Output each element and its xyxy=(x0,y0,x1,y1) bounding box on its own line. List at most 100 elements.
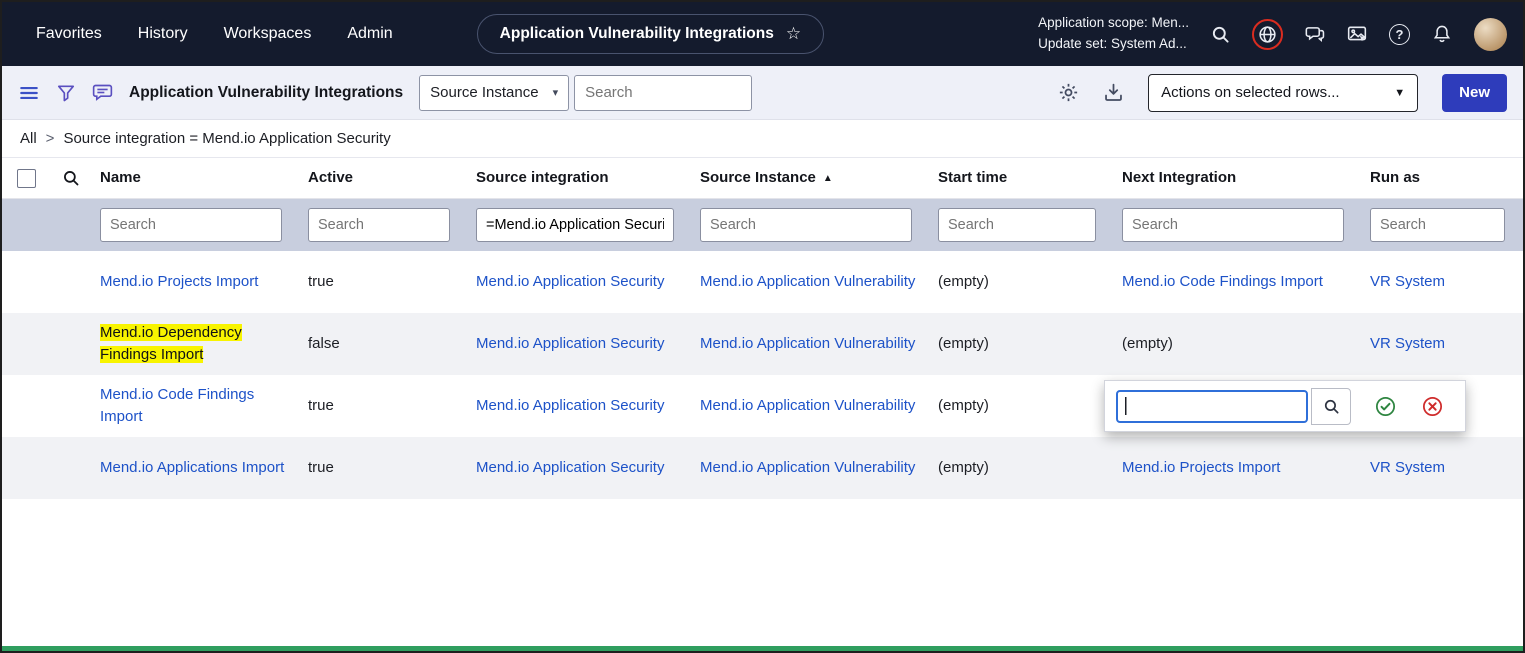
search-field-selected: Source Instance xyxy=(430,84,538,101)
application-window: Favorites History Workspaces Admin Appli… xyxy=(0,0,1525,653)
actions-dropdown[interactable]: Actions on selected rows... ▼ xyxy=(1148,74,1418,112)
source-integration-link[interactable]: Mend.io Application Security xyxy=(476,271,664,294)
list-search-input[interactable] xyxy=(574,75,752,111)
breadcrumb-separator: > xyxy=(46,130,55,147)
filter-input-run-as[interactable] xyxy=(1370,208,1505,242)
reference-input-group xyxy=(1116,388,1351,425)
nav-workspaces[interactable]: Workspaces xyxy=(206,15,330,53)
source-integration-link[interactable]: Mend.io Application Security xyxy=(476,333,664,356)
top-nav: Favorites History Workspaces Admin Appli… xyxy=(2,2,1523,66)
reference-edit-popup xyxy=(1104,380,1466,432)
nav-favorites[interactable]: Favorites xyxy=(18,15,120,53)
export-download-icon[interactable] xyxy=(1103,82,1124,103)
start-time-value: (empty) xyxy=(930,313,1114,375)
breadcrumb: All > Source integration = Mend.io Appli… xyxy=(2,120,1523,158)
table-body: Mend.io Projects Import true Mend.io App… xyxy=(2,251,1523,499)
user-avatar[interactable] xyxy=(1474,18,1507,51)
bottom-accent-bar xyxy=(2,646,1523,651)
select-all-checkbox[interactable] xyxy=(17,169,36,188)
active-value: true xyxy=(300,437,468,499)
confirm-edit-icon[interactable] xyxy=(1375,396,1396,417)
actions-dropdown-label: Actions on selected rows... xyxy=(1161,84,1339,101)
source-integration-link[interactable]: Mend.io Application Security xyxy=(476,395,664,418)
help-icon[interactable]: ? xyxy=(1389,24,1410,45)
notifications-bell-icon[interactable] xyxy=(1432,24,1452,44)
record-name-link[interactable]: Mend.io Dependency Findings Import xyxy=(100,322,286,367)
next-integration-edit-cell xyxy=(1114,375,1362,437)
filter-input-source-integration[interactable] xyxy=(476,208,674,242)
globe-icon[interactable] xyxy=(1258,25,1277,44)
list-toolbar-right: Actions on selected rows... ▼ New xyxy=(1058,74,1507,112)
run-as-link[interactable]: VR System xyxy=(1370,271,1445,294)
search-field-select[interactable]: Source Instance ▾ xyxy=(419,75,569,111)
list-toolbar: Application Vulnerability Integrations S… xyxy=(2,66,1523,120)
top-nav-right: Application scope: Men... Update set: Sy… xyxy=(1038,13,1507,55)
image-capture-icon[interactable] xyxy=(1347,24,1367,44)
table-row: Mend.io Projects Import true Mend.io App… xyxy=(2,251,1523,313)
next-integration-link[interactable]: Mend.io Code Findings Import xyxy=(1122,271,1323,294)
column-header-name[interactable]: Name xyxy=(92,161,300,196)
start-time-value: (empty) xyxy=(930,375,1114,437)
breadcrumb-all[interactable]: All xyxy=(20,130,37,147)
filter-input-active[interactable] xyxy=(308,208,450,242)
table-row: Mend.io Applications Import true Mend.io… xyxy=(2,437,1523,499)
active-value: true xyxy=(300,251,468,313)
filter-input-start-time[interactable] xyxy=(938,208,1096,242)
application-scope-text: Application scope: Men... xyxy=(1038,13,1189,34)
next-integration-link[interactable]: Mend.io Projects Import xyxy=(1122,457,1280,480)
nav-admin[interactable]: Admin xyxy=(329,15,410,53)
source-instance-link[interactable]: Mend.io Application Vulnerability xyxy=(700,271,915,294)
list-menu-icon[interactable] xyxy=(18,82,40,104)
column-header-active[interactable]: Active xyxy=(300,161,468,196)
chat-icon[interactable] xyxy=(1305,24,1325,44)
record-name-link[interactable]: Mend.io Applications Import xyxy=(100,457,284,480)
source-integration-link[interactable]: Mend.io Application Security xyxy=(476,457,664,480)
breadcrumb-condition[interactable]: Source integration = Mend.io Application… xyxy=(63,130,390,147)
source-instance-link[interactable]: Mend.io Application Vulnerability xyxy=(700,333,915,356)
run-as-link[interactable]: VR System xyxy=(1370,457,1445,480)
record-name-link[interactable]: Mend.io Code Findings Import xyxy=(100,384,286,429)
list-table: Name Active Source integration Source In… xyxy=(2,158,1523,499)
column-header-start-time[interactable]: Start time xyxy=(930,161,1114,196)
annotation-circle xyxy=(1252,19,1283,50)
reference-edit-input[interactable] xyxy=(1116,390,1308,423)
column-header-source-instance[interactable]: Source Instance ▲ xyxy=(692,161,930,196)
table-row: Mend.io Code Findings Import true Mend.i… xyxy=(2,375,1523,437)
source-instance-link[interactable]: Mend.io Application Vulnerability xyxy=(700,457,915,480)
filter-input-next-integration[interactable] xyxy=(1122,208,1344,242)
start-time-value: (empty) xyxy=(930,437,1114,499)
chevron-down-icon: ▼ xyxy=(1394,87,1405,99)
scope-info[interactable]: Application scope: Men... Update set: Sy… xyxy=(1038,13,1189,55)
table-filter-row xyxy=(2,199,1523,251)
favorite-star-icon[interactable]: ☆ xyxy=(786,24,801,44)
filter-icon[interactable] xyxy=(56,83,76,103)
run-as-link[interactable]: VR System xyxy=(1370,333,1445,356)
current-page-pill[interactable]: Application Vulnerability Integrations ☆ xyxy=(477,14,824,54)
filter-input-name[interactable] xyxy=(100,208,282,242)
list-search-toggle-icon[interactable] xyxy=(50,163,92,193)
column-header-run-as[interactable]: Run as xyxy=(1362,161,1523,196)
column-header-source-integration[interactable]: Source integration xyxy=(468,161,692,196)
list-feedback-icon[interactable] xyxy=(92,82,113,103)
start-time-value: (empty) xyxy=(930,251,1114,313)
reference-lookup-button[interactable] xyxy=(1311,388,1351,425)
nav-history[interactable]: History xyxy=(120,15,206,53)
table-header-row: Name Active Source integration Source In… xyxy=(2,158,1523,199)
next-integration-value: (empty) xyxy=(1114,313,1362,375)
search-highlight: Mend.io Dependency Findings Import xyxy=(100,324,242,364)
gear-icon[interactable] xyxy=(1058,82,1079,103)
column-header-next-integration[interactable]: Next Integration xyxy=(1114,161,1362,196)
list-search-group: Source Instance ▾ xyxy=(419,75,752,111)
table-row: Mend.io Dependency Findings Import false… xyxy=(2,313,1523,375)
cancel-edit-icon[interactable] xyxy=(1422,396,1443,417)
sort-asc-icon: ▲ xyxy=(823,171,833,186)
chevron-down-icon: ▾ xyxy=(553,86,559,99)
new-button[interactable]: New xyxy=(1442,74,1507,112)
record-name-link[interactable]: Mend.io Projects Import xyxy=(100,271,258,294)
search-icon[interactable] xyxy=(1211,25,1230,44)
select-all-cell xyxy=(2,163,50,194)
source-instance-link[interactable]: Mend.io Application Vulnerability xyxy=(700,395,915,418)
active-value: true xyxy=(300,375,468,437)
list-title: Application Vulnerability Integrations xyxy=(129,84,403,102)
filter-input-source-instance[interactable] xyxy=(700,208,912,242)
